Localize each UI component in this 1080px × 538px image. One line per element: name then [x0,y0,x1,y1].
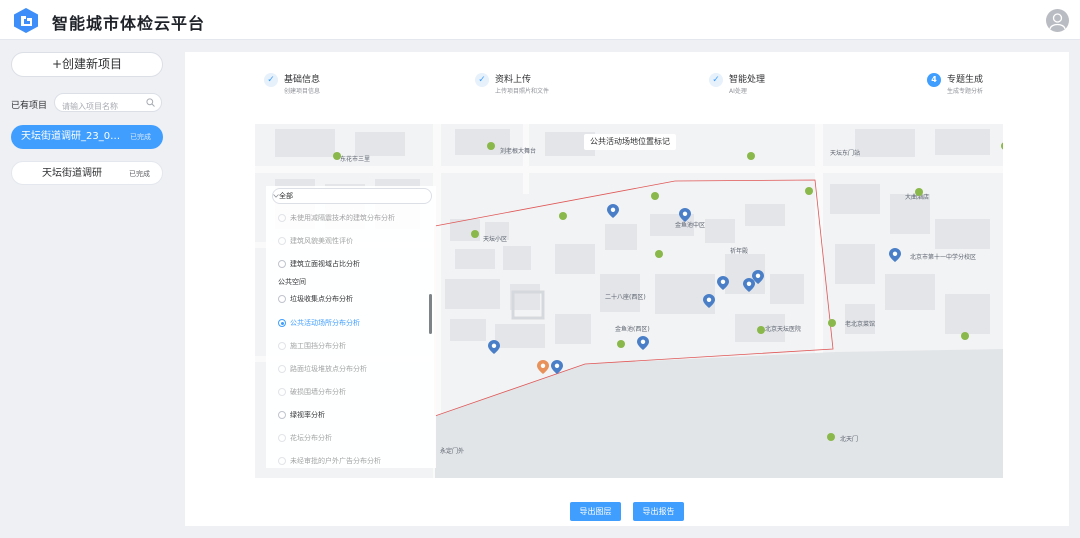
map-label: 刘老根大舞台 [500,148,537,155]
map-view[interactable]: 公共活动场地位置标记 东花市三里 天坛东门站 刘老根大舞台 北京市第十一中学分校… [255,124,1003,478]
main-panel: ✓ 基础信息 创建项目信息 ✓ 资料上传 上传项目照片和文件 ✓ 智能处理 AI… [185,52,1069,526]
map-label: 祈年殿 [730,248,749,255]
poi-marker-icon[interactable] [1001,142,1003,150]
project-search-box[interactable] [54,93,162,115]
export-report-button[interactable]: 导出报告 [633,502,684,521]
radio-checked-icon [278,319,286,327]
activity-pin-icon[interactable] [607,204,619,218]
project-name: 天坛街道调研_23_09... [21,131,125,142]
filter-group-title: 公共空间 [278,278,306,286]
poi-marker-icon[interactable] [961,332,969,340]
step-title: 智能处理 [729,75,766,85]
map-label: 金鱼池(西区) [615,326,650,333]
step-desc: 上传项目照片和文件 [495,88,550,95]
map-title: 公共活动场地位置标记 [584,134,676,150]
radio-icon [278,434,286,442]
step-title: 资料上传 [495,75,532,85]
school-pin-icon[interactable] [889,248,901,262]
step-number-badge: 4 [927,73,941,87]
poi-marker-icon[interactable] [655,250,663,258]
layer-filter-panel: 全部 未使用减隔震技术的建筑分布分析 建筑风貌美观性评价 建筑立面视域占比分析 … [266,186,436,468]
radio-icon [278,388,286,396]
user-avatar-icon[interactable] [1046,9,1069,32]
filter-option-label: 施工围挡分布分析 [290,342,346,350]
filter-option-label: 垃圾收集点分布分析 [290,295,353,303]
radio-icon [278,457,286,465]
project-status: 已完成 [130,133,151,141]
map-label: 永定门外 [440,448,465,455]
top-bar: 智能城市体检云平台 [0,0,1080,40]
poi-marker-icon[interactable] [828,319,836,327]
step-desc: 生成专题分析 [947,88,984,95]
map-label: 东花市三里 [340,156,371,163]
activity-pin-icon[interactable] [752,270,764,284]
existing-projects-label: 已有项目 [11,101,48,111]
radio-icon [278,342,286,350]
map-label: 天坛东门站 [830,150,861,157]
category-select-value: 全部 [279,192,293,200]
poi-marker-icon[interactable] [651,192,659,200]
poi-marker-icon[interactable] [333,152,341,160]
step-title: 基础信息 [284,75,321,85]
step-done-check-icon: ✓ [709,73,723,87]
sidebar: +创建新项目 已有项目 天坛街道调研_23_09... 已完成 天坛街道调研 已… [0,41,173,538]
activity-pin-icon[interactable] [488,340,500,354]
project-item-active[interactable]: 天坛街道调研_23_09... 已完成 [11,125,163,149]
filter-option-label: 未经审批的户外广告分布分析 [290,457,381,465]
filter-option-label: 建筑风貌美观性评价 [290,237,353,245]
project-item[interactable]: 天坛街道调研 已完成 [11,161,163,185]
poi-marker-icon[interactable] [471,230,479,238]
create-project-button[interactable]: +创建新项目 [11,52,163,77]
filter-option-label: 破损围墙分布分析 [290,388,346,396]
map-label: 二十八座(西区) [605,294,646,301]
poi-marker-icon[interactable] [827,433,835,441]
radio-icon [278,295,286,303]
app-title: 智能城市体检云平台 [52,14,206,33]
filter-option-label: 未使用减隔震技术的建筑分布分析 [290,214,395,222]
activity-pin-icon[interactable] [551,360,563,374]
activity-pin-icon[interactable] [717,276,729,290]
radio-icon [278,411,286,419]
app-logo-icon [14,8,38,33]
step-done-check-icon: ✓ [475,73,489,87]
poi-marker-icon[interactable] [915,188,923,196]
map-label: 天坛小区 [483,236,508,243]
filter-option-label: 公共活动场所分布分析 [290,319,360,327]
map-label: 北京市第十一中学分校区 [910,254,977,261]
step-title: 专题生成 [947,75,984,85]
export-layer-button[interactable]: 导出图层 [570,502,621,521]
step-desc: AI处理 [729,88,747,95]
poi-marker-icon[interactable] [487,142,495,150]
poi-marker-icon[interactable] [559,212,567,220]
radio-icon [278,214,286,222]
chevron-down-icon [273,194,279,198]
radio-icon [278,237,286,245]
project-search-input[interactable] [62,98,146,115]
filter-option-label: 建筑立面视域占比分析 [290,260,360,268]
poi-marker-icon[interactable] [757,326,765,334]
map-label: 北天门 [840,436,859,443]
activity-pin-icon[interactable] [637,336,649,350]
filter-scrollbar[interactable] [429,294,432,334]
map-label: 老北京菜馆 [845,321,876,328]
poi-marker-icon[interactable] [617,340,625,348]
step-desc: 创建项目信息 [284,88,321,95]
restaurant-pin-icon[interactable] [537,360,549,374]
poi-marker-icon[interactable] [747,152,755,160]
filter-option-label: 花坛分布分析 [290,434,332,442]
map-label: 北京天坛医院 [765,326,802,333]
poi-marker-icon[interactable] [805,187,813,195]
radio-icon [278,260,286,268]
step-done-check-icon: ✓ [264,73,278,87]
filter-option-label: 绿视率分析 [290,411,325,419]
search-icon[interactable] [146,98,155,107]
activity-pin-icon[interactable] [679,208,691,222]
filter-option-label: 路面垃圾堆放点分布分析 [290,365,367,373]
project-status: 已完成 [129,170,150,178]
category-select[interactable]: 全部 [272,188,432,204]
radio-icon [278,365,286,373]
activity-pin-icon[interactable] [703,294,715,308]
